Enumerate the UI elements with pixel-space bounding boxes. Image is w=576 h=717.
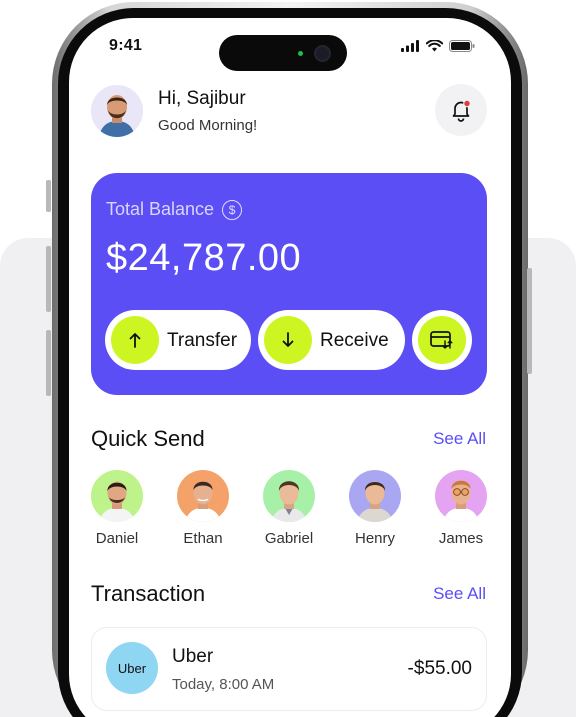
contact-name: Henry (354, 530, 395, 547)
user-avatar[interactable] (91, 85, 143, 137)
contact-name: Daniel (95, 530, 139, 547)
transaction-time: Today, 8:00 AM (172, 676, 275, 693)
power-button (527, 268, 532, 374)
status-icons (401, 39, 475, 53)
balance-card: Total Balance $ $24,787.00 Transfer Rece… (91, 173, 487, 395)
app-screen: 9:41 Hi, Sajibur Good Morning! Total Bal… (69, 18, 511, 717)
contact-avatar (91, 470, 143, 522)
quick-send-see-all-link[interactable]: See All (433, 429, 486, 449)
contact-avatar (177, 470, 229, 522)
camera-indicator (298, 51, 303, 56)
arrow-up-icon (111, 316, 159, 364)
greeting-subtitle: Good Morning! (158, 117, 258, 134)
balance-label-row: Total Balance $ (106, 199, 243, 220)
contact-ethan[interactable]: Ethan (168, 470, 238, 547)
signal-icon (401, 40, 419, 52)
user-avatar-image (91, 85, 143, 137)
battery-icon (449, 40, 475, 52)
transfer-label: Transfer (167, 330, 238, 351)
contact-gabriel[interactable]: Gabriel (254, 470, 324, 547)
contact-name: James (438, 530, 484, 547)
status-time: 9:41 (109, 37, 143, 54)
contact-avatar (349, 470, 401, 522)
volume-up-button (46, 246, 51, 312)
transaction-name: Uber (172, 646, 214, 667)
uber-logo: Uber (106, 642, 158, 694)
dollar-coin-icon: $ (222, 199, 243, 220)
contact-daniel[interactable]: Daniel (82, 470, 152, 547)
dynamic-island (219, 35, 347, 71)
balance-amount: $24,787.00 (106, 237, 302, 279)
receive-label: Receive (320, 330, 389, 351)
contact-henry[interactable]: Henry (340, 470, 410, 547)
front-camera (314, 45, 331, 62)
greeting-name: Hi, Sajibur (158, 88, 246, 109)
transaction-title: Transaction (91, 581, 206, 606)
transfer-button[interactable]: Transfer (105, 310, 251, 370)
notification-button[interactable] (435, 84, 487, 136)
transaction-item-uber[interactable]: Uber Uber Today, 8:00 AM -$55.00 (91, 627, 487, 711)
silent-switch (46, 180, 51, 212)
balance-label: Total Balance (106, 199, 215, 219)
receive-button[interactable]: Receive (258, 310, 405, 370)
contact-james[interactable]: James (426, 470, 496, 547)
contact-avatar (263, 470, 315, 522)
transaction-amount: -$55.00 (407, 658, 472, 679)
card-exchange-icon (418, 316, 466, 364)
arrow-down-icon (264, 316, 312, 364)
bell-icon (452, 99, 471, 122)
quick-send-title: Quick Send (91, 426, 205, 451)
contact-name: Gabriel (264, 530, 314, 547)
card-exchange-button[interactable] (412, 310, 472, 370)
contact-name: Ethan (183, 530, 223, 547)
volume-down-button (46, 330, 51, 396)
transaction-see-all-link[interactable]: See All (433, 584, 486, 604)
wifi-icon (426, 40, 443, 52)
contact-avatar (435, 470, 487, 522)
